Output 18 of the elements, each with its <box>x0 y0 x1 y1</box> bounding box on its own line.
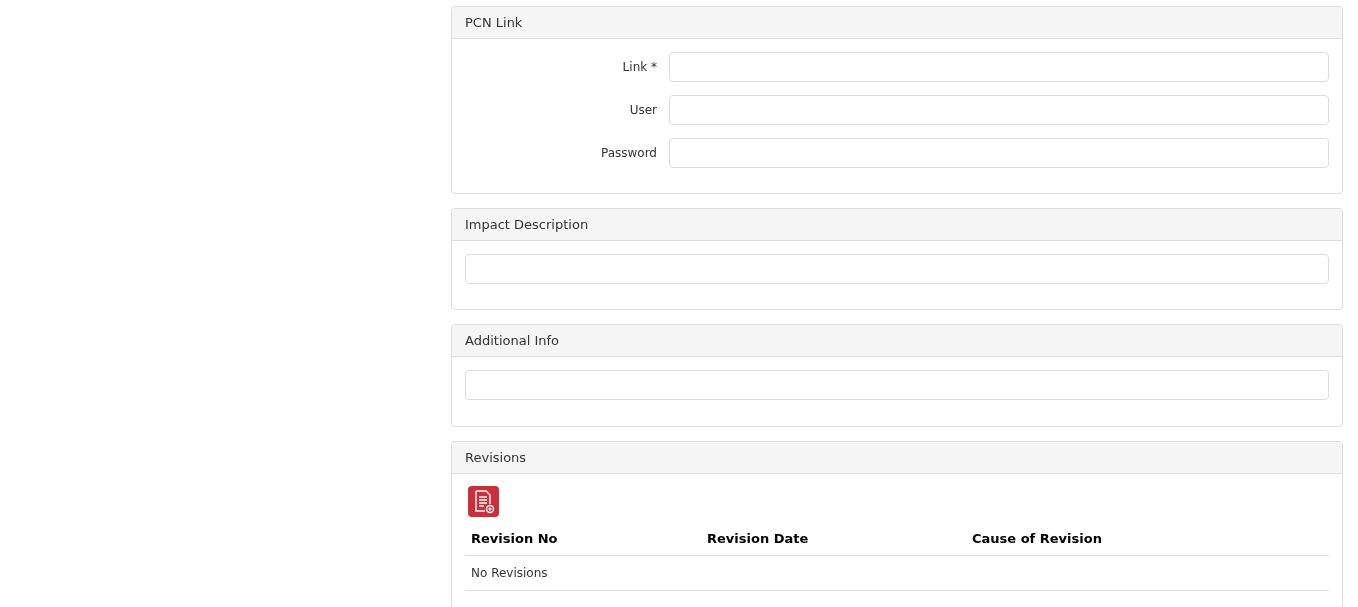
input-field[interactable] <box>465 254 1329 284</box>
column-header: Revision No <box>465 523 701 555</box>
document-icon <box>472 489 495 514</box>
input-field[interactable] <box>669 138 1329 168</box>
column-header: Cause of Revision <box>966 523 1329 555</box>
empty-message: No Revisions <box>465 555 1329 590</box>
panel-title: Revisions <box>465 448 527 467</box>
add-document-button[interactable] <box>468 486 499 517</box>
field-label: Password <box>599 145 658 162</box>
column-header: Revision Date <box>701 523 966 555</box>
input-field[interactable] <box>669 52 1329 82</box>
field-label: Link * <box>621 59 658 76</box>
panel-title: PCN Link <box>465 13 523 32</box>
panel-title: Impact Description <box>465 215 589 234</box>
field-label: User <box>628 102 658 119</box>
panel-title: Additional Info <box>465 331 559 350</box>
input-field[interactable] <box>669 95 1329 125</box>
input-field[interactable] <box>465 370 1329 400</box>
